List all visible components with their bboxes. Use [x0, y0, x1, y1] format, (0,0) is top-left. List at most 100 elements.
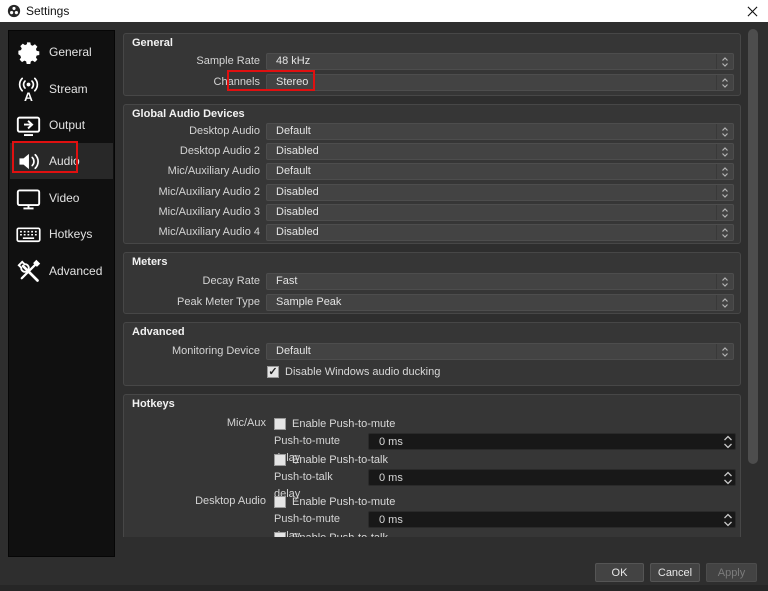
peak-meter-type-select[interactable]: Sample Peak: [266, 294, 734, 311]
sidebar-item-output[interactable]: Output: [10, 107, 113, 143]
spinner-arrows-icon: [716, 295, 733, 310]
sidebar-item-label: Stream: [49, 82, 88, 96]
field-label: Mic/Auxiliary Audio 2: [124, 184, 260, 201]
form-row-micaux-mute-delay: Push-to-mute delay 0 ms: [124, 433, 740, 450]
field-label: Decay Rate: [124, 273, 260, 290]
disable-audio-ducking-checkbox[interactable]: ✓: [267, 366, 279, 378]
form-row-micaux-push-to-talk: Enable Push-to-talk: [274, 453, 388, 466]
desktop-audio-2-select[interactable]: Disabled: [266, 143, 734, 160]
spinner-arrows-icon: [721, 470, 735, 485]
spinner-arrows-icon: [716, 205, 733, 220]
field-label: Mic/Auxiliary Audio 4: [124, 224, 260, 241]
field-label: Channels: [124, 74, 260, 91]
spinner-arrows-icon: [721, 434, 735, 449]
form-row-micaux-push-to-mute: Enable Push-to-mute: [274, 417, 395, 430]
gear-icon: [15, 39, 42, 66]
antenna-icon: A: [15, 76, 42, 103]
apply-button[interactable]: Apply: [706, 563, 757, 582]
sidebar-item-label: General: [49, 45, 92, 59]
form-row-mic-aux-audio-2: Mic/Auxiliary Audio 2 Disabled: [124, 184, 740, 201]
settings-window: Settings General A: [0, 0, 768, 591]
form-row-audio-ducking: ✓ Disable Windows audio ducking: [267, 365, 440, 378]
spinner-arrows-icon: [716, 344, 733, 359]
push-to-mute-delay-input[interactable]: 0 ms: [368, 433, 736, 450]
section-advanced: Advanced Monitoring Device Default ✓ Dis…: [123, 322, 741, 386]
sidebar-item-video[interactable]: Video: [10, 180, 113, 216]
sidebar-item-label: Advanced: [49, 264, 102, 278]
window-title: Settings: [26, 4, 69, 18]
checkbox-label: Enable Push-to-talk: [292, 454, 388, 466]
section-title: Meters: [132, 256, 167, 268]
spinner-arrows-icon: [716, 225, 733, 240]
mic-aux-audio-select[interactable]: Default: [266, 163, 734, 180]
push-to-talk-delay-input[interactable]: 0 ms: [368, 469, 736, 486]
section-title: Global Audio Devices: [132, 108, 245, 120]
channels-select[interactable]: Stereo: [266, 74, 734, 91]
section-meters: Meters Decay Rate Fast Peak Meter Type S…: [123, 252, 741, 314]
push-to-mute-delay-input[interactable]: 0 ms: [368, 511, 736, 528]
enable-push-to-talk-checkbox[interactable]: [274, 532, 286, 538]
enable-push-to-mute-checkbox[interactable]: [274, 418, 286, 430]
desktop-audio-select[interactable]: Default: [266, 123, 734, 140]
mic-aux-audio-3-select[interactable]: Disabled: [266, 204, 734, 221]
form-row-desktop-push-to-mute: Enable Push-to-mute: [274, 495, 395, 508]
obs-logo-icon: [7, 4, 21, 18]
form-row-desktop-audio-2: Desktop Audio 2 Disabled: [124, 143, 740, 160]
sidebar-item-hotkeys[interactable]: Hotkeys: [10, 216, 113, 252]
spinner-arrows-icon: [716, 274, 733, 289]
field-label: Monitoring Device: [124, 343, 260, 360]
field-label: Sample Rate: [124, 53, 260, 70]
section-title: Hotkeys: [132, 398, 175, 410]
enable-push-to-mute-checkbox[interactable]: [274, 496, 286, 508]
checkbox-label: Enable Push-to-mute: [292, 496, 395, 508]
form-row-peak-meter-type: Peak Meter Type Sample Peak: [124, 294, 740, 311]
form-row-micaux-talk-delay: Push-to-talk delay 0 ms: [124, 469, 740, 486]
sidebar-item-label: Hotkeys: [49, 227, 92, 241]
monitor-arrow-icon: [15, 112, 42, 139]
sidebar-item-audio[interactable]: Audio: [10, 143, 113, 179]
spinner-arrows-icon: [716, 54, 733, 69]
scrollbar-track[interactable]: [747, 26, 758, 537]
monitoring-device-select[interactable]: Default: [266, 343, 734, 360]
checkbox-label: Enable Push-to-talk: [292, 532, 388, 538]
form-row-desktop-mute-delay: Push-to-mute delay 0 ms: [124, 511, 740, 528]
keyboard-icon: [15, 221, 42, 248]
field-label: Mic/Auxiliary Audio 3: [124, 204, 260, 221]
section-general: General Sample Rate 48 kHz Channels Ster…: [123, 33, 741, 96]
scrollbar-thumb[interactable]: [748, 29, 758, 464]
close-icon[interactable]: [744, 3, 760, 19]
decay-rate-select[interactable]: Fast: [266, 273, 734, 290]
sidebar-item-advanced[interactable]: Advanced: [10, 253, 113, 289]
svg-text:A: A: [24, 89, 33, 102]
title-bar: Settings: [0, 0, 768, 22]
spinner-arrows-icon: [716, 164, 733, 179]
window-bottom-edge: [0, 585, 768, 591]
sample-rate-select[interactable]: 48 kHz: [266, 53, 734, 70]
section-global-audio-devices: Global Audio Devices Desktop Audio Defau…: [123, 104, 741, 244]
section-title: Advanced: [132, 326, 185, 338]
checkbox-label: Enable Push-to-mute: [292, 418, 395, 430]
spinner-arrows-icon: [716, 144, 733, 159]
field-label: Peak Meter Type: [124, 294, 260, 311]
hotkey-group-label: Mic/Aux: [124, 417, 266, 430]
form-row-sample-rate: Sample Rate 48 kHz: [124, 53, 740, 70]
form-row-mic-aux-audio-4: Mic/Auxiliary Audio 4 Disabled: [124, 224, 740, 241]
field-label: Desktop Audio: [124, 123, 260, 140]
ok-button[interactable]: OK: [595, 563, 644, 582]
sidebar-item-general[interactable]: General: [10, 34, 113, 70]
sidebar-item-stream[interactable]: A Stream: [10, 71, 113, 107]
monitor-icon: [15, 185, 42, 212]
form-row-monitoring-device: Monitoring Device Default: [124, 343, 740, 360]
form-row-decay-rate: Decay Rate Fast: [124, 273, 740, 290]
field-label: Desktop Audio 2: [124, 143, 260, 160]
spinner-arrows-icon: [716, 185, 733, 200]
spinner-arrows-icon: [721, 512, 735, 527]
mic-aux-audio-4-select[interactable]: Disabled: [266, 224, 734, 241]
enable-push-to-talk-checkbox[interactable]: [274, 454, 286, 466]
sidebar-item-label: Video: [49, 191, 79, 205]
settings-category-list: General A Stream Output: [8, 30, 115, 557]
mic-aux-audio-2-select[interactable]: Disabled: [266, 184, 734, 201]
sidebar-item-label: Output: [49, 118, 85, 132]
cancel-button[interactable]: Cancel: [650, 563, 700, 582]
form-row-desktop-audio: Desktop Audio Default: [124, 123, 740, 140]
